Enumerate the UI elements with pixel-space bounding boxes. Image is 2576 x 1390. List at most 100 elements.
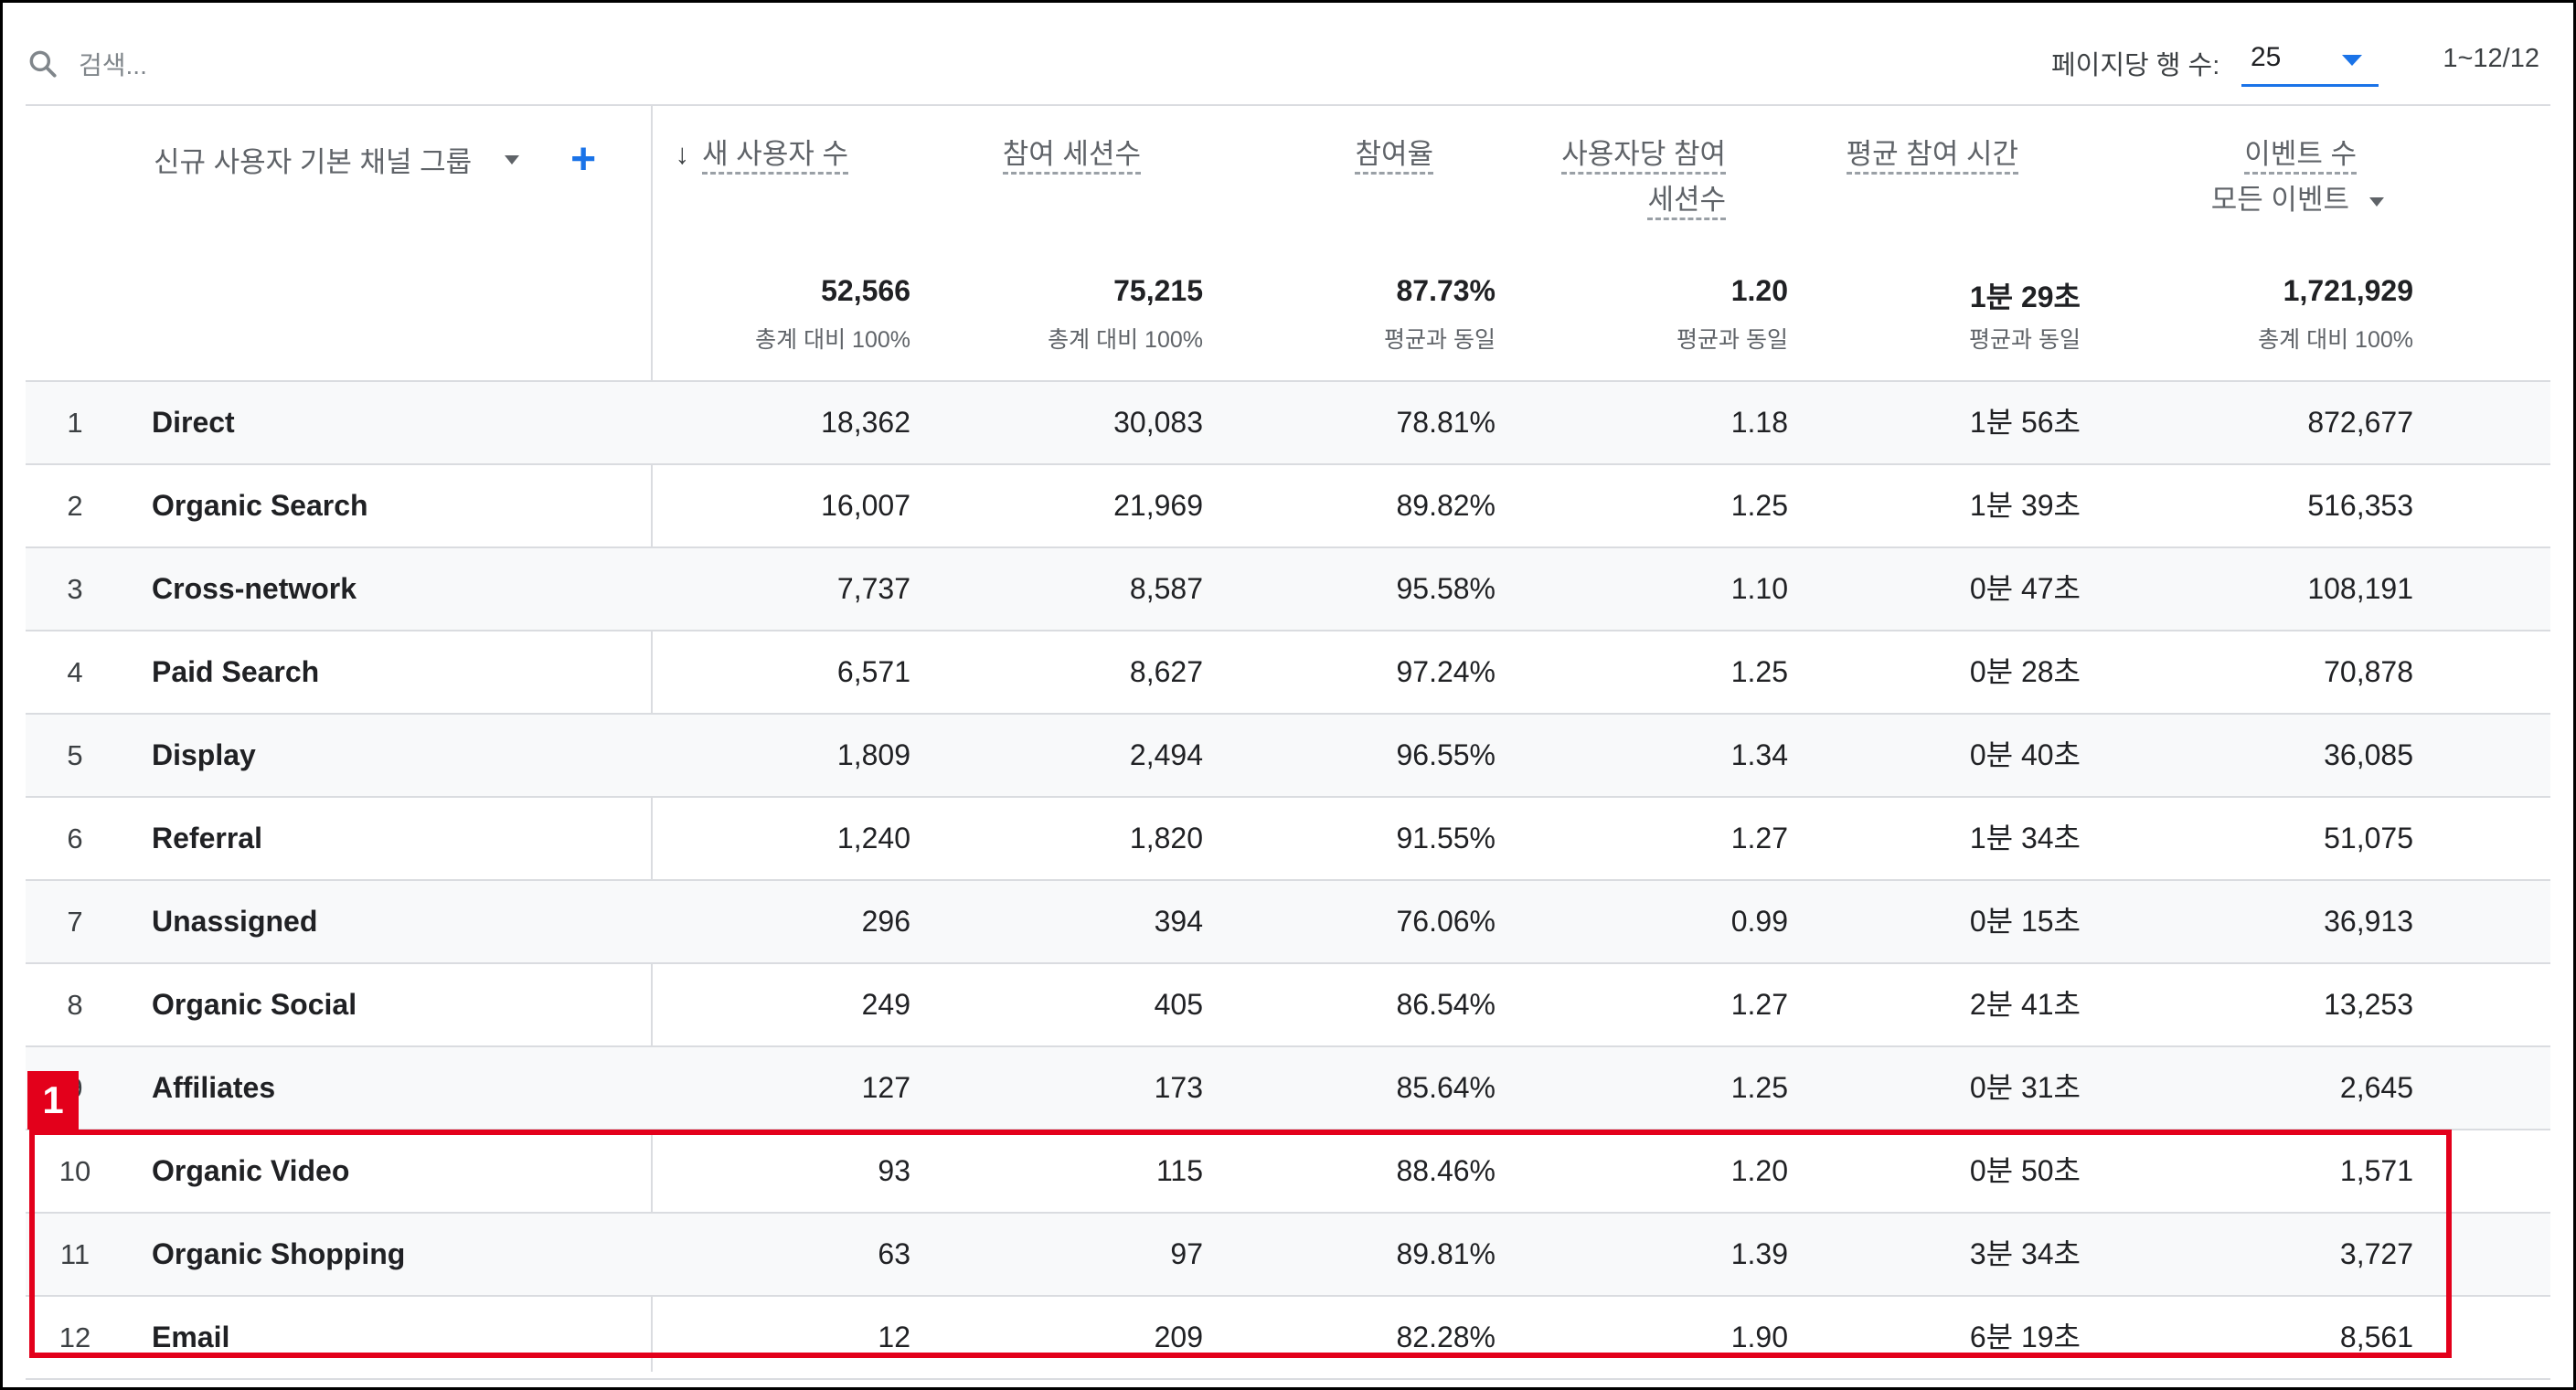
metric-cell: 1.34: [1730, 738, 1788, 771]
column-label: 참여율: [1355, 138, 1433, 175]
rows-per-page-value: 25: [2251, 42, 2282, 72]
column-label-line2: 세션수: [1647, 184, 1726, 220]
table-row[interactable]: 1 Direct 18,362 30,083 78.81% 1.18 1분 56초 872,6…: [26, 382, 2550, 465]
channel-name[interactable]: Cross-network: [152, 548, 357, 630]
caret-down-icon: [2369, 196, 2384, 207]
metric-cell: 30,083: [1113, 406, 1203, 439]
metric-cell: 91.55%: [1396, 822, 1496, 854]
metric-cell: 51,075: [2324, 822, 2413, 854]
event-filter-dropdown[interactable]: 모든 이벤트: [2018, 177, 2384, 223]
metric-cell: 2분 41초: [1969, 988, 2081, 1021]
metric-cell: 97.24%: [1396, 655, 1496, 688]
event-filter-label: 모든 이벤트: [2210, 184, 2349, 216]
metric-cell: 405: [1154, 988, 1203, 1021]
total-event-count: 1,721,929 총계 대비 100%: [2018, 274, 2413, 355]
metric-cell: 1분 39초: [1969, 489, 2081, 522]
row-index: 5: [67, 739, 83, 771]
metric-cell: 0분 40초: [1969, 738, 2081, 771]
metric-cell: 1,809: [836, 738, 910, 771]
table-row[interactable]: 8 Organic Social 249 405 86.54% 1.27 2분 41초 13,…: [26, 964, 2550, 1047]
metric-cell: 8,587: [1129, 572, 1203, 605]
metric-cell: 13,253: [2324, 988, 2413, 1021]
row-index: 7: [67, 906, 83, 938]
metric-cell: 296: [861, 905, 910, 938]
row-index: 4: [67, 656, 83, 688]
table-row[interactable]: 9Affiliates12717385.64%1.250분 31초2,645: [26, 1047, 2550, 1130]
channel-name[interactable]: Affiliates: [152, 1047, 275, 1129]
total-new-users: 52,566 총계 대비 100%: [391, 274, 910, 355]
metric-cell: 1,820: [1129, 822, 1203, 854]
metric-cell: 1분 34초: [1969, 822, 2081, 854]
metric-cell: 78.81%: [1396, 406, 1496, 439]
table-row[interactable]: 3 Cross-network 7,737 8,587 95.58% 1.10 0분 47초…: [26, 548, 2550, 631]
table-row[interactable]: 4 Paid Search 6,571 8,627 97.24% 1.25 0분 28초 70…: [26, 631, 2550, 715]
metric-cell: 70,878: [2324, 655, 2413, 688]
sort-arrow-down-icon: ↓: [675, 138, 690, 170]
row-index: 8: [67, 989, 83, 1021]
row-index: 3: [67, 573, 83, 605]
total-value: 1,721,929: [2283, 274, 2413, 307]
table-row[interactable]: 5 Display 1,809 2,494 96.55% 1.34 0분 40초 36,085: [26, 715, 2550, 798]
metric-cell: 516,353: [2307, 489, 2413, 522]
metric-cell: 1.27: [1730, 988, 1788, 1021]
table-row[interactable]: 6 Referral 1,240 1,820 91.55% 1.27 1분 34초 51,07…: [26, 798, 2550, 881]
column-label: 사용자당 참여: [1561, 138, 1726, 175]
metric-cell: 173: [1154, 1071, 1203, 1104]
metric-cell: 394: [1154, 905, 1203, 938]
metric-cell: 76.06%: [1396, 905, 1496, 938]
metric-cell: 7,737: [836, 572, 910, 605]
metric-cell: 0분 31초: [1969, 1071, 2081, 1104]
table-toolbar: 검색... 페이지당 행 수: 25 1~12/12: [26, 26, 2550, 102]
metric-cell: 108,191: [2307, 572, 2413, 605]
metric-cell: 95.58%: [1396, 572, 1496, 605]
column-label: 평균 참여 시간: [1846, 138, 2018, 175]
table-header: 신규 사용자 기본 채널 그룹 + ↓ 새 사용자 수 참여 세션수 참여율 사용…: [26, 106, 2550, 382]
metric-cell: 86.54%: [1396, 988, 1496, 1021]
metric-cell: 1.25: [1730, 1071, 1788, 1104]
column-header-new-users[interactable]: ↓ 새 사용자 수: [391, 132, 848, 177]
column-header-engaged-sessions-per-user[interactable]: 사용자당 참여 세션수: [1433, 132, 1726, 223]
metric-cell: 249: [861, 988, 910, 1021]
metric-cell: 1.10: [1730, 572, 1788, 605]
column-header-event-count[interactable]: 이벤트 수 모든 이벤트: [2018, 132, 2384, 223]
column-label: 이벤트 수: [2244, 138, 2357, 175]
channel-name[interactable]: Unassigned: [152, 881, 317, 962]
channel-name[interactable]: Organic Social: [152, 964, 357, 1045]
metric-cell: 89.82%: [1396, 489, 1496, 522]
annotation-highlight-box: [29, 1130, 2452, 1358]
metric-cell: 2,494: [1129, 738, 1203, 771]
rows-per-page-label: 페이지당 행 수:: [2051, 51, 2220, 80]
column-label: 새 사용자 수: [702, 138, 848, 175]
total-value: 52,566: [821, 274, 910, 307]
channel-name[interactable]: Paid Search: [152, 631, 319, 713]
channel-name[interactable]: Referral: [152, 798, 262, 879]
table-row[interactable]: 2 Organic Search 16,007 21,969 89.82% 1.25 1분 …: [26, 465, 2550, 548]
column-header-avg-engagement-time[interactable]: 평균 참여 시간: [1726, 132, 2018, 177]
metric-cell: 0분 28초: [1969, 655, 2081, 688]
channel-name[interactable]: Display: [152, 715, 256, 796]
column-header-engaged-sessions[interactable]: 참여 세션수: [848, 132, 1141, 177]
rows-per-page-select[interactable]: 25: [2241, 38, 2379, 87]
column-label: 참여 세션수: [1002, 138, 1141, 175]
metric-cell: 21,969: [1113, 489, 1203, 522]
row-index: 6: [67, 822, 83, 854]
metric-cell: 1.27: [1730, 822, 1788, 854]
metric-cell: 0.99: [1730, 905, 1788, 938]
metric-cell: 6,571: [836, 655, 910, 688]
search-box[interactable]: 검색...: [26, 44, 147, 84]
metric-cell: 36,085: [2324, 738, 2413, 771]
column-header-engagement-rate[interactable]: 참여율: [1141, 132, 1433, 177]
pagination-range: 1~12/12: [2443, 44, 2539, 73]
metric-cell: 2,645: [2339, 1071, 2413, 1104]
metric-cell: 1.25: [1730, 489, 1788, 522]
row-index: 2: [67, 490, 83, 522]
metric-cell: 1분 56초: [1969, 406, 2081, 439]
metric-cell: 16,007: [821, 489, 910, 522]
table-row[interactable]: 7 Unassigned 296 394 76.06% 0.99 0분 15초 36,913: [26, 881, 2550, 964]
metric-cell: 1.25: [1730, 655, 1788, 688]
channel-name[interactable]: Organic Search: [152, 465, 368, 546]
total-caption: 총계 대비 100%: [2258, 327, 2413, 353]
metric-cell: 36,913: [2324, 905, 2413, 938]
channel-name[interactable]: Direct: [152, 382, 235, 463]
search-input[interactable]: 검색...: [79, 46, 147, 82]
